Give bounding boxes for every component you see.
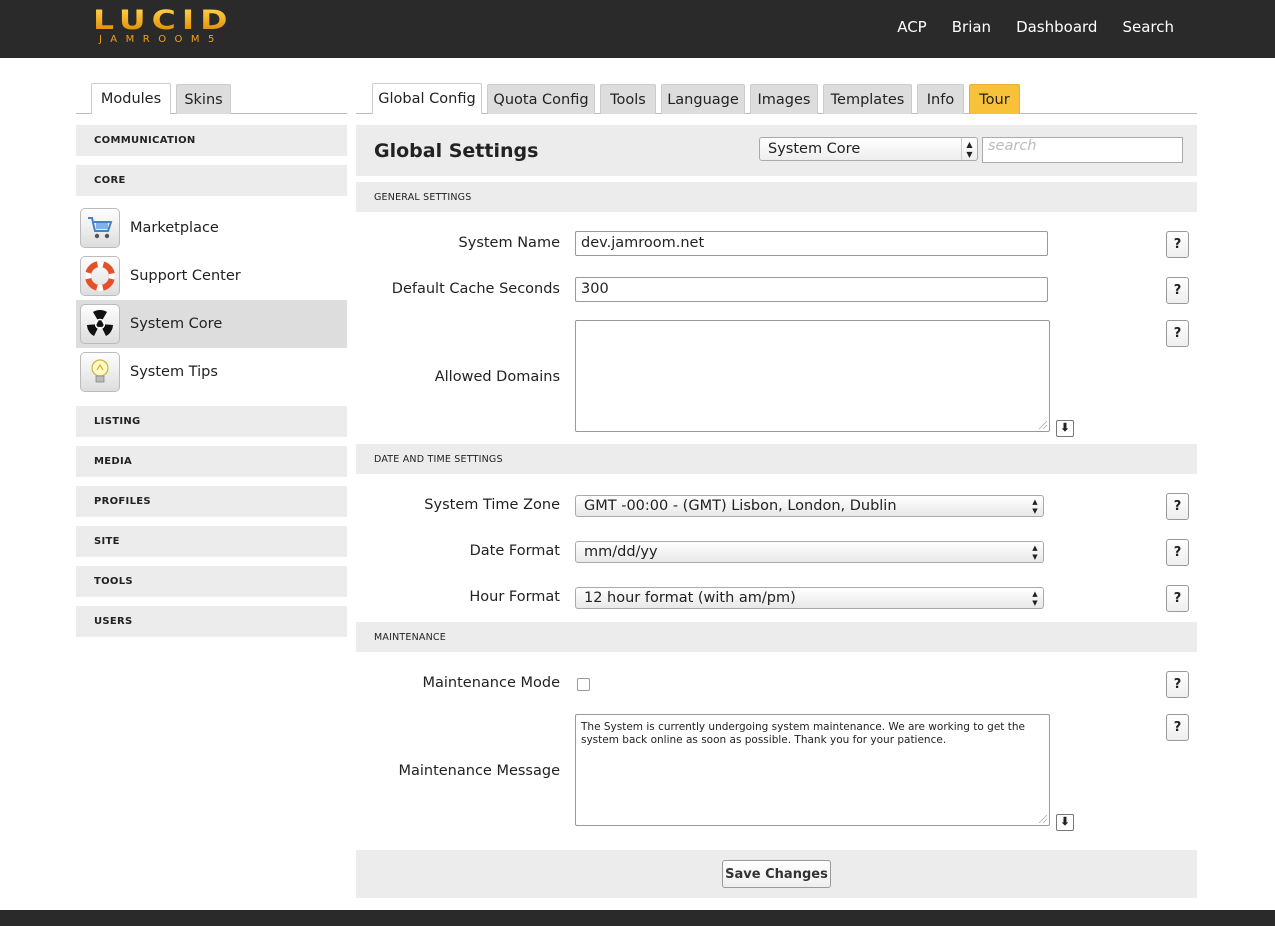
logo-subtext: JAMROOM5 <box>99 34 223 45</box>
cache-seconds-label: Default Cache Seconds <box>391 281 560 297</box>
date-format-select[interactable]: mm/dd/yy ▲ ▼ <box>575 541 1044 563</box>
maintenance-mode-label: Maintenance Mode <box>422 675 561 691</box>
select-arrows-icon: ▲ ▼ <box>1032 590 1038 607</box>
save-changes-button[interactable]: Save Changes <box>722 860 831 888</box>
system-name-field[interactable]: dev.jamroom.net <box>575 231 1048 256</box>
system-name-label: System Name <box>458 235 560 251</box>
maintenance-message-textarea[interactable]: The System is currently undergoing syste… <box>575 714 1050 826</box>
nav-search[interactable]: Search <box>1122 18 1174 36</box>
sidebar-section-media[interactable]: MEDIA <box>76 446 347 477</box>
top-bar: LUCID JAMROOM5 ACP Brian Dashboard Searc… <box>0 0 1275 58</box>
allowed-domains-label: Allowed Domains <box>434 369 560 385</box>
form-footer: Save Changes <box>356 850 1197 898</box>
nav-dashboard[interactable]: Dashboard <box>1016 18 1097 36</box>
help-button-system-name[interactable]: ? <box>1166 231 1189 258</box>
time-zone-label: System Time Zone <box>424 497 560 513</box>
nav-acp[interactable]: ACP <box>897 18 927 36</box>
hour-format-value: 12 hour format (with am/pm) <box>584 590 796 606</box>
tab-tools[interactable]: Tools <box>600 84 656 114</box>
hour-format-select[interactable]: 12 hour format (with am/pm) ▲ ▼ <box>575 587 1044 609</box>
tab-info[interactable]: Info <box>917 84 964 114</box>
site-logo[interactable]: LUCID JAMROOM5 <box>93 4 234 45</box>
section-date-time-settings: DATE AND TIME SETTINGS <box>356 444 1197 474</box>
module-select-value: System Core <box>768 141 861 157</box>
cache-seconds-field[interactable]: 300 <box>575 277 1048 302</box>
top-nav: ACP Brian Dashboard Search <box>897 18 1174 36</box>
help-button-allowed-domains[interactable]: ? <box>1166 320 1189 347</box>
help-button-maintenance-message[interactable]: ? <box>1166 714 1189 741</box>
hour-format-label: Hour Format <box>469 589 560 605</box>
date-format-value: mm/dd/yy <box>584 544 658 560</box>
help-button-cache-seconds[interactable]: ? <box>1166 277 1189 304</box>
allowed-domains-textarea[interactable] <box>575 320 1050 432</box>
time-zone-select[interactable]: GMT -00:00 - (GMT) Lisbon, London, Dubli… <box>575 495 1044 517</box>
tab-images[interactable]: Images <box>750 84 818 114</box>
select-arrows-icon: ▲ ▼ <box>1032 544 1038 561</box>
tab-quota-config[interactable]: Quota Config <box>487 84 595 114</box>
page-header: Global Settings System Core ▲ ▼ search <box>356 125 1197 176</box>
maintenance-mode-checkbox[interactable] <box>577 678 590 691</box>
tab-language[interactable]: Language <box>661 84 745 114</box>
sidebar-section-users[interactable]: USERS <box>76 606 347 637</box>
sidebar-section-core[interactable]: CORE <box>76 165 347 196</box>
tab-modules[interactable]: Modules <box>91 83 171 114</box>
radiation-icon <box>80 304 120 344</box>
tab-global-config[interactable]: Global Config <box>372 83 482 114</box>
date-format-label: Date Format <box>469 543 560 559</box>
page-title: Global Settings <box>374 140 539 162</box>
resize-handle-icon[interactable] <box>1039 421 1047 429</box>
logo-text: LUCID <box>93 4 234 36</box>
help-button-maintenance-mode[interactable]: ? <box>1166 671 1189 698</box>
sidebar-section-listing[interactable]: LISTING <box>76 406 347 437</box>
resize-handle-icon[interactable] <box>1039 815 1047 823</box>
sidebar-section-communication[interactable]: COMMUNICATION <box>76 125 347 156</box>
sidebar-item-label: System Core <box>130 316 223 332</box>
sidebar-item-system-core[interactable]: System Core <box>76 300 347 348</box>
help-button-time-zone[interactable]: ? <box>1166 493 1189 520</box>
search-input[interactable]: search <box>982 137 1183 163</box>
nav-user[interactable]: Brian <box>952 18 991 36</box>
section-maintenance: MAINTENANCE <box>356 622 1197 652</box>
maintenance-message-label: Maintenance Message <box>398 763 560 779</box>
tab-tour[interactable]: Tour <box>969 84 1020 114</box>
time-zone-value: GMT -00:00 - (GMT) Lisbon, London, Dubli… <box>584 498 897 514</box>
maintenance-message-value: The System is currently undergoing syste… <box>581 721 1025 746</box>
select-arrows-icon: ▲ ▼ <box>961 138 977 160</box>
expand-arrow-icon[interactable]: ⬇ <box>1056 420 1074 437</box>
module-select[interactable]: System Core ▲ ▼ <box>759 137 978 161</box>
tab-templates[interactable]: Templates <box>823 84 912 114</box>
help-button-hour-format[interactable]: ? <box>1166 585 1189 612</box>
search-placeholder: search <box>988 138 1037 154</box>
section-general-settings: GENERAL SETTINGS <box>356 182 1197 212</box>
tab-skins[interactable]: Skins <box>176 84 231 114</box>
expand-arrow-icon[interactable]: ⬇ <box>1056 814 1074 831</box>
bottom-bar <box>0 910 1275 926</box>
select-arrows-icon: ▲ ▼ <box>1032 498 1038 515</box>
sidebar-item-label: Marketplace <box>130 220 219 236</box>
help-button-date-format[interactable]: ? <box>1166 539 1189 566</box>
